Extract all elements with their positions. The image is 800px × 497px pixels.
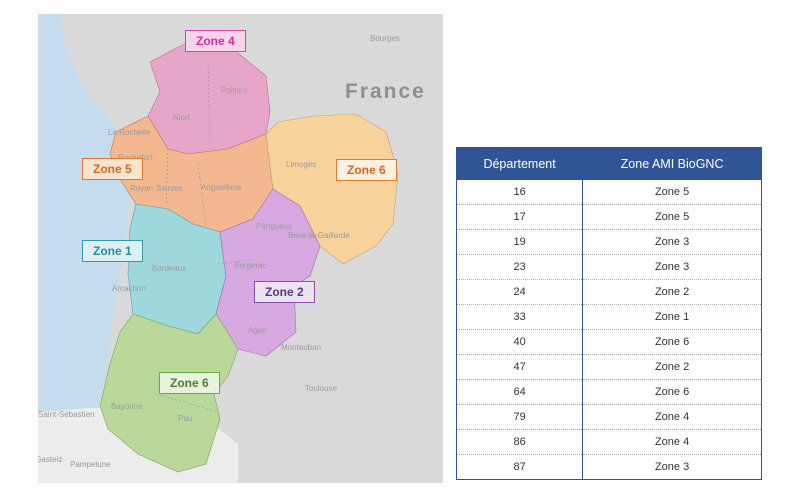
- table-row: 47 Zone 2: [455, 354, 762, 380]
- table-row: 33 Zone 1: [455, 304, 762, 330]
- table-row: 86 Zone 4: [455, 429, 762, 455]
- column-header: Département: [455, 147, 584, 180]
- zone-cell: Zone 1: [582, 304, 762, 330]
- table-row: 16 Zone 5: [455, 179, 762, 205]
- department-cell: 17: [455, 204, 584, 230]
- table-row: 24 Zone 2: [455, 279, 762, 305]
- zone-cell: Zone 5: [582, 179, 762, 205]
- zone-cell: Zone 4: [582, 404, 762, 430]
- zone-label: Zone 5: [82, 158, 143, 180]
- table-row: 79 Zone 4: [455, 404, 762, 430]
- department-cell: 16: [455, 179, 584, 205]
- zone-cell: Zone 3: [582, 229, 762, 255]
- zone-cell: Zone 6: [582, 329, 762, 355]
- table-row: 23 Zone 3: [455, 254, 762, 280]
- department-cell: 19: [455, 229, 584, 255]
- department-cell: 40: [455, 329, 584, 355]
- department-cell: 64: [455, 379, 584, 405]
- zone-label: Zone 4: [185, 30, 246, 52]
- zone-label: Zone 6: [336, 159, 397, 181]
- department-zone-table: Département Zone AMI BioGNC 16 Zone 5 17 Z…: [455, 147, 762, 480]
- table-row: 19 Zone 3: [455, 229, 762, 255]
- zone-label: Zone 6: [159, 372, 220, 394]
- column-header: Zone AMI BioGNC: [582, 147, 762, 180]
- table-row: 64 Zone 6: [455, 379, 762, 405]
- table-row: 87 Zone 3: [455, 454, 762, 480]
- department-cell: 79: [455, 404, 584, 430]
- zone-cell: Zone 4: [582, 429, 762, 455]
- zone-4-area: [147, 41, 271, 155]
- department-cell: 24: [455, 279, 584, 305]
- zone-label: Zone 1: [82, 240, 143, 262]
- department-cell: 23: [455, 254, 584, 280]
- department-cell: 33: [455, 304, 584, 330]
- zone-cell: Zone 6: [582, 379, 762, 405]
- department-cell: 86: [455, 429, 584, 455]
- zone-map: Bourges France Poitiers Niort La Rochell…: [38, 14, 443, 483]
- table-header-row: Département Zone AMI BioGNC: [455, 147, 762, 180]
- zone-cell: Zone 2: [582, 354, 762, 380]
- zone-label: Zone 2: [254, 281, 315, 303]
- table-row: 40 Zone 6: [455, 329, 762, 355]
- table-row: 17 Zone 5: [455, 204, 762, 230]
- department-cell: 87: [455, 454, 584, 480]
- department-cell: 47: [455, 354, 584, 380]
- zone-cell: Zone 3: [582, 254, 762, 280]
- zone-cell: Zone 5: [582, 204, 762, 230]
- zone-cell: Zone 3: [582, 454, 762, 480]
- zone-cell: Zone 2: [582, 279, 762, 305]
